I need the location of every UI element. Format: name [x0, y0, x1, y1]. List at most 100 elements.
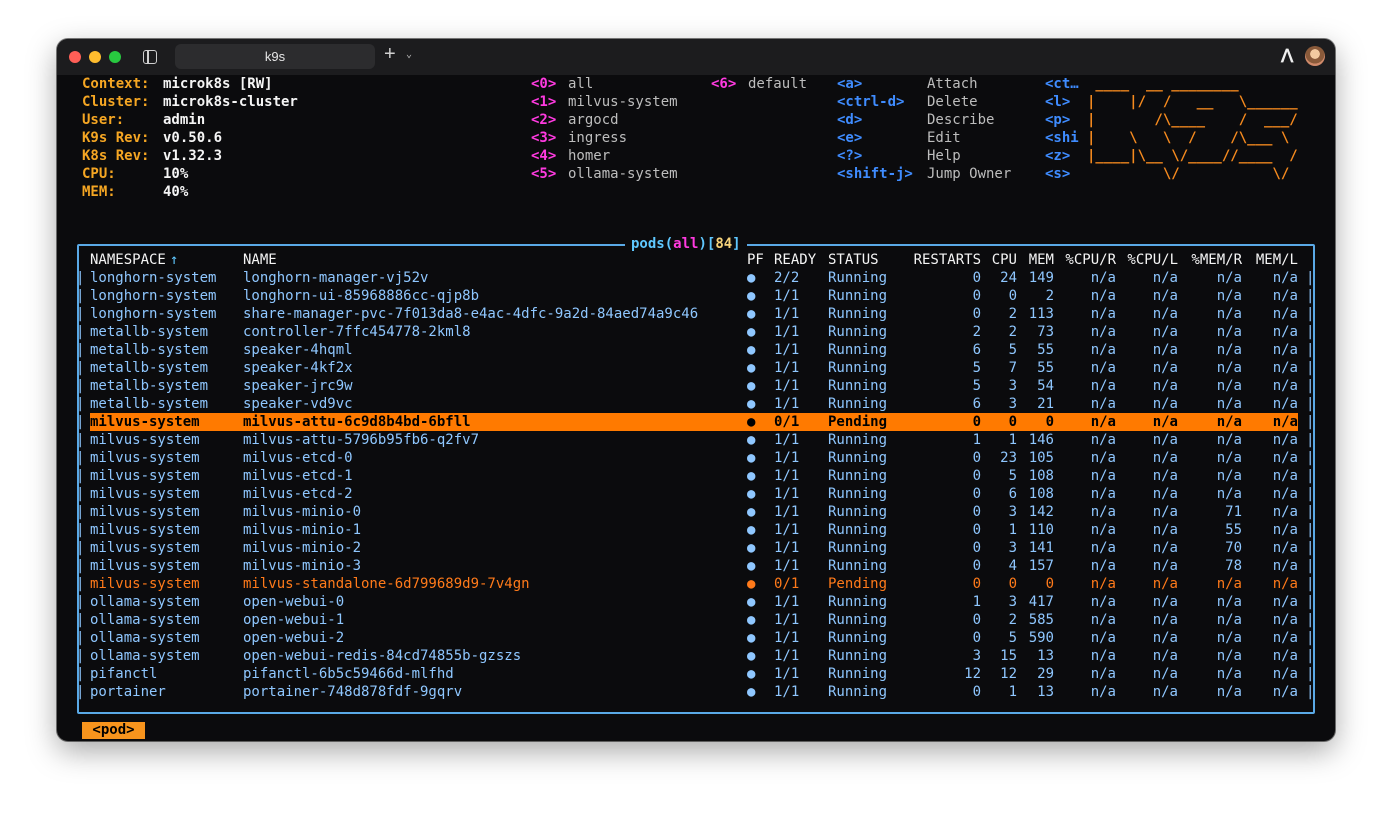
cell-mem_l: n/a [1272, 432, 1298, 448]
table-row[interactable]: longhorn-system longhorn-ui-85968886cc-qj… [90, 287, 1298, 305]
cell-mem_l: n/a [1272, 324, 1298, 340]
hotkey-action[interactable]: Describe [927, 111, 994, 129]
hotkey-key[interactable]: <ctrl-d> [837, 93, 904, 111]
table-row[interactable]: metallb-system speaker-4hqml ● 1/1 Running 6 5… [90, 341, 1298, 359]
sidebar-toggle-icon[interactable] [143, 50, 157, 64]
table-row[interactable]: milvus-system milvus-etcd-2 ● 1/1 Running 0 6 1… [90, 485, 1298, 503]
hotkey-key[interactable]: <p> [1045, 111, 1070, 129]
column-header-status[interactable]: STATUS [828, 251, 898, 269]
frame-edge: | [76, 576, 85, 592]
logo-line: |____|\__ \/____//____ / [1087, 148, 1298, 164]
column-header-cpu[interactable]: CPU [985, 251, 1017, 269]
hotkey-key[interactable]: <shi [1045, 129, 1079, 147]
tab-k9s[interactable]: k9s [175, 44, 375, 69]
hotkey-action[interactable]: Delete [927, 93, 978, 111]
namespace-key[interactable]: <3> [531, 129, 556, 147]
namespace-name[interactable]: ollama-system [568, 165, 678, 183]
app-logo-icon[interactable]: ᐱ [1281, 46, 1293, 67]
terminal-content[interactable]: Context: microk8s [RW] Cluster: microk8s-cl… [57, 75, 1335, 741]
namespace-key[interactable]: <1> [531, 93, 556, 111]
table-row[interactable]: ollama-system open-webui-0 ● 1/1 Running 1 3 41… [90, 593, 1298, 611]
table-row[interactable]: milvus-system milvus-standalone-6d799689d… [90, 575, 1298, 593]
namespace-name[interactable]: argocd [568, 111, 619, 129]
table-row[interactable]: metallb-system speaker-4kf2x ● 1/1 Running 5 7… [90, 359, 1298, 377]
column-header-pf[interactable]: PF [747, 251, 765, 269]
close-window-button[interactable] [69, 51, 81, 63]
table-row[interactable]: ollama-system open-webui-1 ● 1/1 Running 0 2 58… [90, 611, 1298, 629]
cell-cpu_l: n/a [1152, 306, 1178, 322]
hotkey-key[interactable]: <ct… [1045, 75, 1079, 93]
cell-namespace: milvus-system [90, 504, 200, 520]
cell-cpu_r: n/a [1090, 450, 1116, 466]
table-row[interactable]: pifanctl pifanctl-6b5c59466d-mlfhd ● 1/1 Run… [90, 665, 1298, 683]
cell-status: Running [828, 558, 888, 574]
cell-pf: ● [747, 612, 756, 628]
table-row[interactable]: portainer portainer-748d878fdf-9gqrv ● 1/1 R… [90, 683, 1298, 701]
hotkey-key[interactable]: <a> [837, 75, 862, 93]
column-header-name[interactable]: NAME [243, 251, 733, 269]
cell-namespace: longhorn-system [90, 306, 217, 322]
hotkey-key[interactable]: <e> [837, 129, 862, 147]
namespace-key[interactable]: <4> [531, 147, 556, 165]
column-header-cpu_l[interactable]: %CPU/L [1122, 251, 1178, 269]
chevron-down-icon[interactable]: ⌄ [406, 49, 412, 60]
new-tab-icon[interactable]: + [384, 43, 396, 66]
cell-status: Running [828, 666, 888, 682]
cell-pf: ● [747, 450, 756, 466]
table-row[interactable]: milvus-system milvus-attu-6c9d8b4bd-6bfll… [90, 413, 1298, 431]
hotkey-action[interactable]: Edit [927, 129, 961, 147]
table-row[interactable]: milvus-system milvus-minio-2 ● 1/1 Running 0 3… [90, 539, 1298, 557]
table-row[interactable]: milvus-system milvus-etcd-0 ● 1/1 Running 0 23… [90, 449, 1298, 467]
namespace-name[interactable]: default [748, 75, 807, 93]
hotkey-key[interactable]: <shift-j> [837, 165, 913, 183]
namespace-key[interactable]: <6> [711, 75, 736, 93]
table-row[interactable]: longhorn-system longhorn-manager-vj52v ● 2/… [90, 269, 1298, 287]
avatar[interactable] [1305, 46, 1325, 66]
table-row[interactable]: milvus-system milvus-minio-0 ● 1/1 Running 0 3… [90, 503, 1298, 521]
namespace-name[interactable]: all [568, 75, 593, 93]
column-header-mem[interactable]: MEM [1020, 251, 1054, 269]
hotkey-key[interactable]: <?> [837, 147, 862, 165]
table-row[interactable]: ollama-system open-webui-2 ● 1/1 Running 0 5 59… [90, 629, 1298, 647]
namespace-key[interactable]: <5> [531, 165, 556, 183]
column-header-cpu_r[interactable]: %CPU/R [1060, 251, 1116, 269]
namespace-name[interactable]: ingress [568, 129, 627, 147]
table-row[interactable]: metallb-system speaker-jrc9w ● 1/1 Running 5 3… [90, 377, 1298, 395]
namespace-key[interactable]: <2> [531, 111, 556, 129]
breadcrumb-pod[interactable]: <pod> [82, 722, 145, 739]
frame-edge: | [1306, 540, 1315, 556]
table-row[interactable]: milvus-system milvus-minio-1 ● 1/1 Running 0 1… [90, 521, 1298, 539]
table-row[interactable]: milvus-system milvus-etcd-1 ● 1/1 Running 0 5 1… [90, 467, 1298, 485]
table-row[interactable]: longhorn-system share-manager-pvc-7f013da… [90, 305, 1298, 323]
info-value: 40% [163, 184, 189, 200]
hotkey-key[interactable]: <d> [837, 111, 862, 129]
column-header-mem_l[interactable]: MEM/L [1242, 251, 1298, 269]
hotkey-key[interactable]: <z> [1045, 147, 1070, 165]
frame-edge: | [76, 396, 85, 412]
namespace-key[interactable]: <0> [531, 75, 556, 93]
hotkey-action[interactable]: Help [927, 147, 961, 165]
minimize-window-button[interactable] [89, 51, 101, 63]
hotkey-key[interactable]: <s> [1045, 165, 1070, 183]
maximize-window-button[interactable] [109, 51, 121, 63]
table-row[interactable]: metallb-system speaker-vd9vc ● 1/1 Running 6 3… [90, 395, 1298, 413]
table-row[interactable]: metallb-system controller-7ffc454778-2kml… [90, 323, 1298, 341]
hotkey-action[interactable]: Jump Owner [927, 165, 1011, 183]
hotkey-key[interactable]: <l> [1045, 93, 1070, 111]
cell-cpu: 3 [1008, 594, 1017, 610]
table-row[interactable]: milvus-system milvus-attu-5796b95fb6-q2fv… [90, 431, 1298, 449]
namespace-name[interactable]: milvus-system [568, 93, 678, 111]
namespace-name[interactable]: homer [568, 147, 610, 165]
table-row[interactable]: ollama-system open-webui-redis-84cd74855b… [90, 647, 1298, 665]
column-header-ready[interactable]: READY [774, 251, 824, 269]
column-header-mem_r[interactable]: %MEM/R [1184, 251, 1242, 269]
cell-status: Running [828, 288, 888, 304]
hotkey-action[interactable]: Attach [927, 75, 978, 93]
column-header-namespace[interactable]: NAMESPACE [90, 251, 240, 269]
column-header-restarts[interactable]: RESTARTS [909, 251, 981, 269]
cell-mem_r: n/a [1216, 666, 1242, 682]
cell-status: Running [828, 450, 888, 466]
frame-edge: | [1306, 612, 1315, 628]
table-row[interactable]: milvus-system milvus-minio-3 ● 1/1 Running 0 4… [90, 557, 1298, 575]
cell-pf: ● [747, 486, 756, 502]
